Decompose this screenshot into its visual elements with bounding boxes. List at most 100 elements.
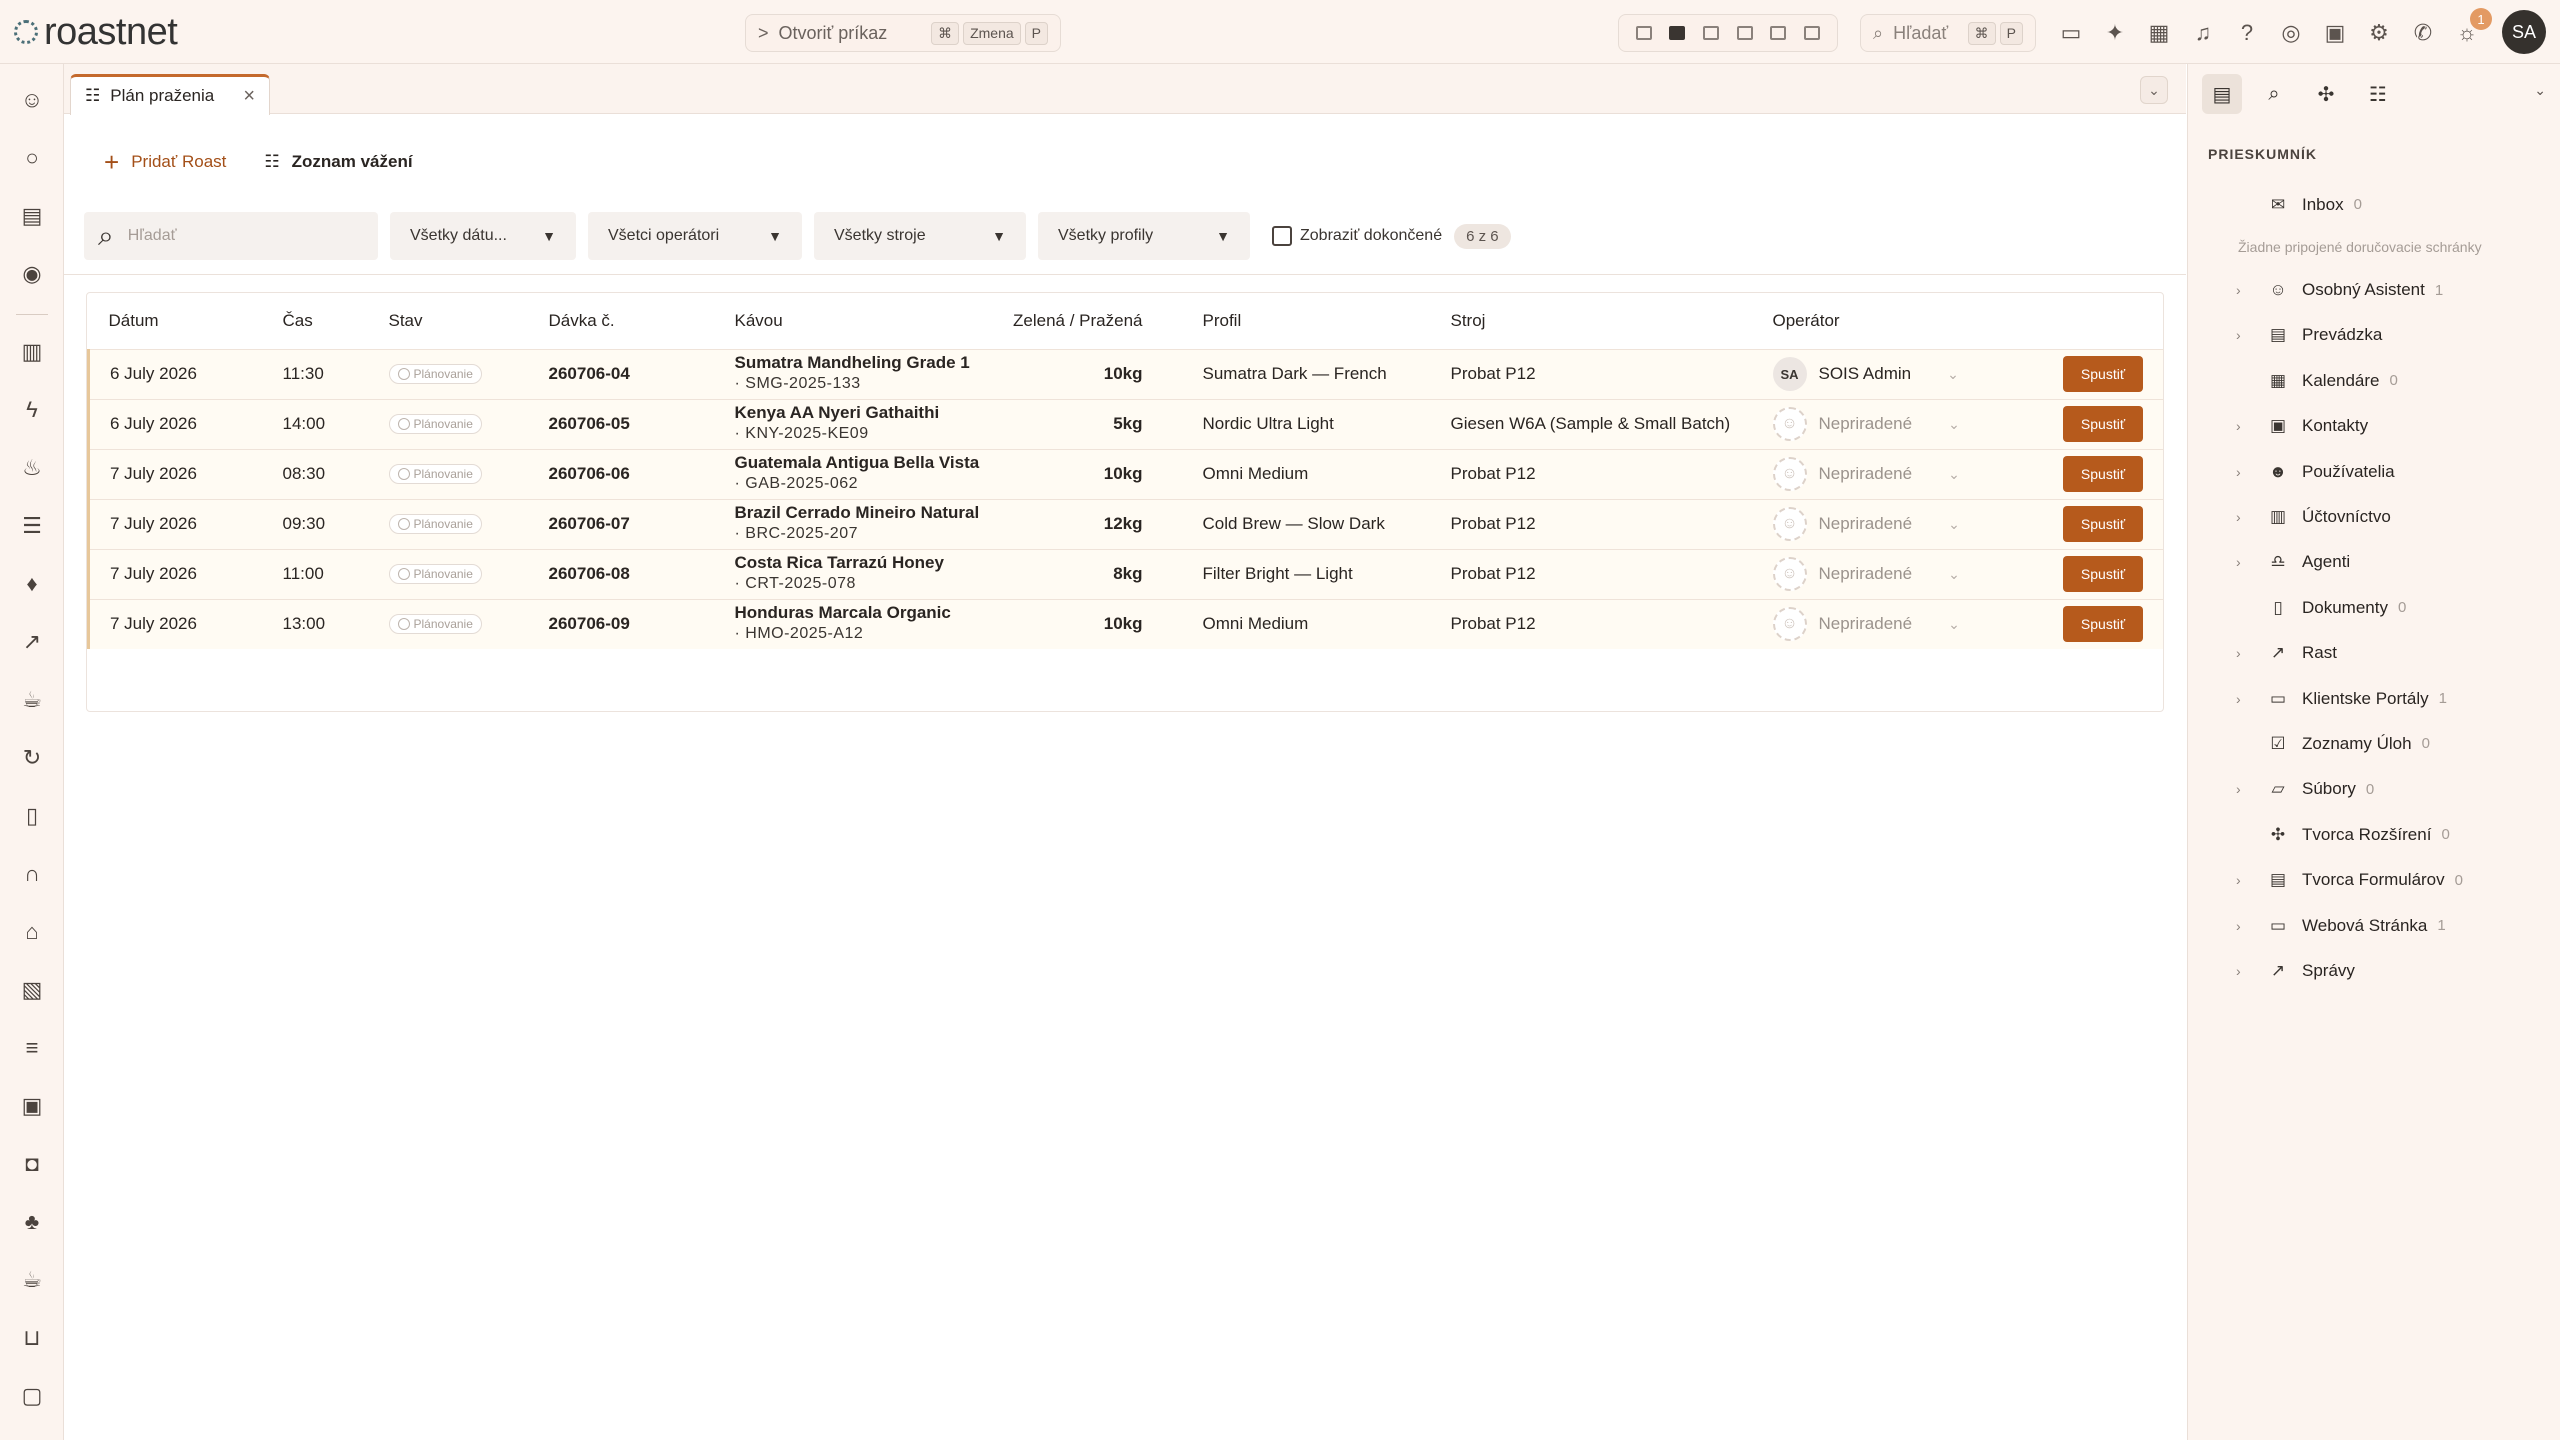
column-header-operator[interactable]: Operátor xyxy=(1753,293,2164,349)
chart-line-icon[interactable]: ↗ xyxy=(18,628,46,656)
chevron-right-icon[interactable]: › xyxy=(2236,509,2256,525)
tab-roast-plan[interactable]: ☷ Plán praženia × xyxy=(70,74,270,115)
help-icon[interactable]: ? xyxy=(2234,20,2260,46)
table-row[interactable]: 6 July 2026 14:00 Plánovanie 260706-05 K… xyxy=(87,398,2163,449)
folder-icon[interactable]: ▭ xyxy=(2058,20,2084,46)
explorer-item[interactable]: ✉ Inbox 0 xyxy=(2188,182,2560,227)
add-roast-button[interactable]: + Pridať Roast xyxy=(104,147,226,178)
weighing-list-button[interactable]: ☷ Zoznam vážení xyxy=(264,152,412,172)
ledger-icon[interactable]: ▥ xyxy=(18,338,46,366)
operator-select[interactable]: ☺ Nepriradené ⌄ xyxy=(1772,457,1960,491)
tree-icon[interactable]: ☷ xyxy=(2358,74,2398,114)
start-roast-button[interactable]: Spustiť xyxy=(2063,456,2143,492)
profile-filter-select[interactable]: Všetky profily ▼ xyxy=(1038,212,1250,260)
explorer-item[interactable]: › ☻ Používatelia xyxy=(2188,449,2560,494)
show-completed-checkbox[interactable] xyxy=(1272,226,1292,246)
close-icon[interactable]: × xyxy=(243,85,255,108)
column-header-profile[interactable]: Profil xyxy=(1183,293,1431,349)
sparkle-icon[interactable]: ✦ xyxy=(2102,20,2128,46)
operator-select[interactable]: ☺ Nepriradené ⌄ xyxy=(1772,507,1960,541)
explorer-item[interactable]: › ↗ Správy xyxy=(2188,948,2560,993)
explorer-item[interactable]: › ▭ Webová Stránka 1 xyxy=(2188,903,2560,948)
cell-coffee[interactable]: Costa Rica Tarrazú Honey · CRT-2025-078 xyxy=(714,548,985,599)
chevron-right-icon[interactable]: › xyxy=(2236,554,2256,570)
command-palette-button[interactable]: > Otvoriť príkaz ⌘ Zmena P xyxy=(745,14,1061,52)
layout-search-icon[interactable] xyxy=(1770,26,1787,40)
explorer-item[interactable]: › ▱ Súbory 0 xyxy=(2188,767,2560,812)
layout-columns-icon[interactable] xyxy=(1669,26,1686,40)
fire-icon[interactable]: ♦ xyxy=(18,570,46,598)
chevron-right-icon[interactable]: › xyxy=(2236,645,2256,661)
bot-icon[interactable]: ☺ xyxy=(18,86,46,114)
lock-icon[interactable]: ▣ xyxy=(2322,20,2348,46)
operator-filter-select[interactable]: Všetci operátori ▼ xyxy=(588,212,802,260)
chevron-right-icon[interactable]: › xyxy=(2236,282,2256,298)
chevron-right-icon[interactable]: › xyxy=(2236,918,2256,934)
explorer-item[interactable]: › ▭ Klientske Portály 1 xyxy=(2188,676,2560,721)
stack-icon[interactable]: ≡ xyxy=(18,1034,46,1062)
table-row[interactable]: 7 July 2026 08:30 Plánovanie 260706-06 G… xyxy=(87,448,2163,499)
lightning-icon[interactable]: ϟ xyxy=(18,396,46,424)
date-filter-select[interactable]: Všetky dátu... ▼ xyxy=(390,212,576,260)
cup-icon[interactable]: ☕ xyxy=(18,686,46,714)
table-row[interactable]: 7 July 2026 11:00 Plánovanie 260706-08 C… xyxy=(87,548,2163,599)
explorer-item[interactable]: ▯ Dokumenty 0 xyxy=(2188,585,2560,630)
app-logo[interactable]: roastnet xyxy=(14,11,178,53)
explorer-item[interactable]: › ▥ Účtovníctvo xyxy=(2188,494,2560,539)
operator-select[interactable]: SA SOIS Admin ⌄ xyxy=(1772,357,1959,391)
column-header-weight[interactable]: Zelená / Pražená xyxy=(985,293,1183,349)
chevron-right-icon[interactable]: › xyxy=(2236,418,2256,434)
assistant-icon[interactable]: ◉ xyxy=(18,260,46,288)
column-header-coffee[interactable]: Kávou xyxy=(715,293,985,349)
explorer-item[interactable]: › ♎ Agenti xyxy=(2188,540,2560,585)
window-icon[interactable]: ▢ xyxy=(18,1382,46,1410)
operator-select[interactable]: ☺ Nepriradené ⌄ xyxy=(1772,407,1960,441)
chevron-down-icon[interactable]: ⌄ xyxy=(2534,82,2546,99)
show-completed-toggle[interactable]: Zobraziť dokončené xyxy=(1272,226,1442,246)
book-icon[interactable]: ▯ xyxy=(18,802,46,830)
tabs-dropdown-button[interactable]: ⌄ xyxy=(2140,76,2168,104)
coffee-icon[interactable]: ☕ xyxy=(18,1266,46,1294)
explorer-item[interactable]: ✣ Tvorca Rozšírení 0 xyxy=(2188,812,2560,857)
chat-bubble-icon[interactable]: ○ xyxy=(18,144,46,172)
column-header-date[interactable]: Dátum xyxy=(89,293,263,349)
start-roast-button[interactable]: Spustiť xyxy=(2063,556,2143,592)
start-roast-button[interactable]: Spustiť xyxy=(2063,506,2143,542)
chevron-right-icon[interactable]: › xyxy=(2236,872,2256,888)
chevron-right-icon[interactable]: › xyxy=(2236,464,2256,480)
cell-coffee[interactable]: Brazil Cerrado Mineiro Natural · BRC-2025… xyxy=(714,498,985,549)
activity-icon[interactable]: ☼ 1 xyxy=(2454,8,2492,46)
explorer-item[interactable]: ▦ Kalendáre 0 xyxy=(2188,358,2560,403)
briefcase-icon[interactable]: ▣ xyxy=(18,1092,46,1120)
chevron-right-icon[interactable]: › xyxy=(2236,781,2256,797)
operator-select[interactable]: ☺ Nepriradené ⌄ xyxy=(1772,607,1960,642)
globe-icon[interactable]: ◎ xyxy=(2278,20,2304,46)
puzzle-icon[interactable]: ✣ xyxy=(2306,74,2346,114)
gear-icon[interactable]: ⚙ xyxy=(2366,20,2392,46)
calendar-icon[interactable]: ▦ xyxy=(2146,20,2172,46)
plant-icon[interactable]: ♣ xyxy=(18,1208,46,1236)
layout-tiles-icon[interactable] xyxy=(1736,26,1753,40)
explorer-item[interactable]: › ▤ Prevádzka xyxy=(2188,313,2560,358)
report-icon[interactable]: ▧ xyxy=(18,976,46,1004)
explorer-item[interactable]: ☑ Zoznamy Úloh 0 xyxy=(2188,721,2560,766)
cell-coffee[interactable]: Kenya AA Nyeri Gathaithi · KNY-2025-KE09 xyxy=(714,398,985,449)
layout-panel-icon[interactable] xyxy=(1703,26,1720,40)
cell-coffee[interactable]: Guatemala Antigua Bella Vista · GAB-2025-… xyxy=(714,448,985,499)
table-row[interactable]: 7 July 2026 13:00 Plánovanie 260706-09 H… xyxy=(87,598,2163,649)
start-roast-button[interactable]: Spustiť xyxy=(2063,606,2143,643)
column-header-time[interactable]: Čas xyxy=(263,293,369,349)
cart-icon[interactable]: ⊔ xyxy=(18,1324,46,1352)
explorer-item[interactable]: › ▣ Kontakty xyxy=(2188,404,2560,449)
start-roast-button[interactable]: Spustiť xyxy=(2063,356,2143,392)
flame-icon[interactable]: ♨ xyxy=(18,454,46,482)
table-row[interactable]: 6 July 2026 11:30 Plánovanie 260706-04 S… xyxy=(87,348,2163,399)
chevron-right-icon[interactable]: › xyxy=(2236,327,2256,343)
explorer-item[interactable]: › ☺ Osobný Asistent 1 xyxy=(2188,267,2560,312)
explorer-item[interactable]: › ↗ Rast xyxy=(2188,631,2560,676)
headphones-icon[interactable]: ∩ xyxy=(18,860,46,888)
cell-coffee[interactable]: Sumatra Mandheling Grade 1 · SMG-2025-133 xyxy=(714,348,985,399)
table-row[interactable]: 7 July 2026 09:30 Plánovanie 260706-07 B… xyxy=(87,498,2163,549)
machine-filter-select[interactable]: Všetky stroje ▼ xyxy=(814,212,1026,260)
explorer-item[interactable]: › ▤ Tvorca Formulárov 0 xyxy=(2188,857,2560,902)
